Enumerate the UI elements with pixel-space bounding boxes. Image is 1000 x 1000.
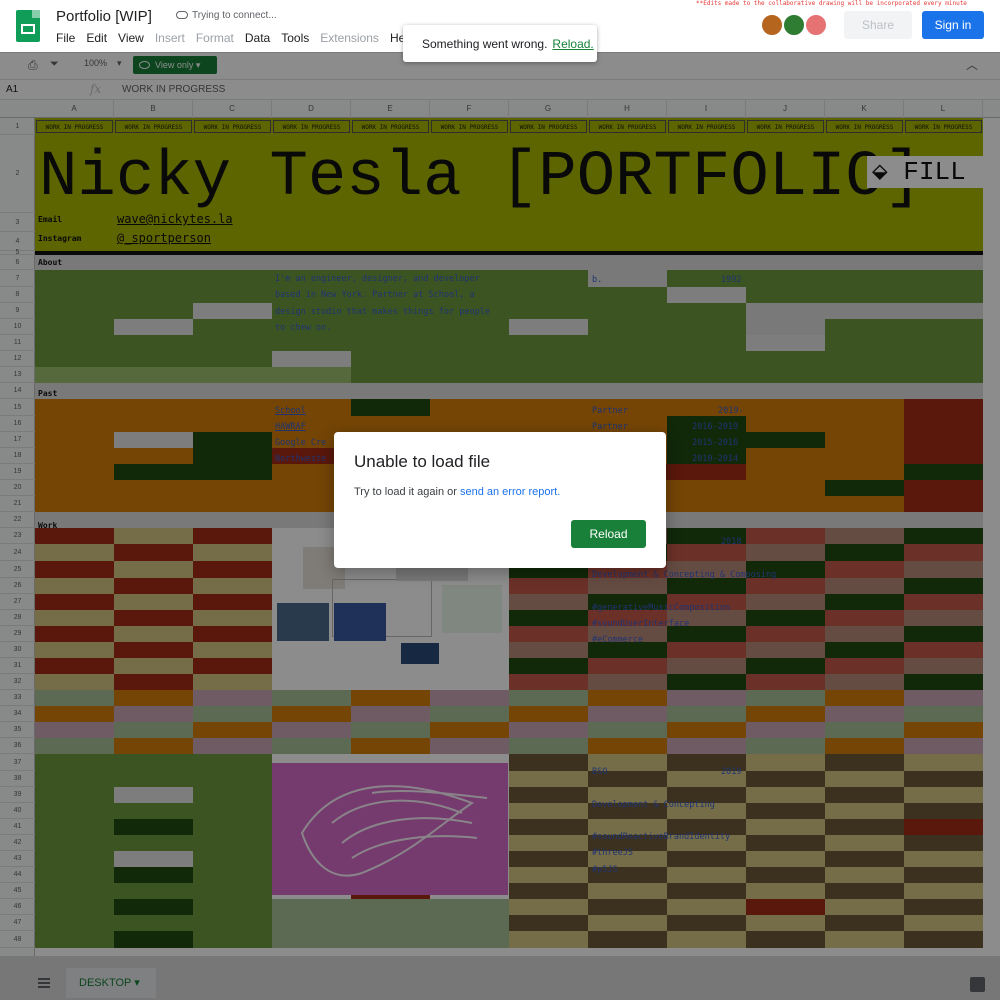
share-button[interactable]: Share	[844, 11, 912, 39]
avatar[interactable]	[760, 13, 784, 37]
menu-bar: File Edit View Insert Format Data Tools Extensi…	[56, 31, 426, 45]
reload-button[interactable]: Reload	[571, 520, 646, 548]
menu-data[interactable]: Data	[245, 31, 270, 45]
menu-extensions[interactable]: Extensions	[320, 31, 379, 45]
avatar[interactable]	[782, 13, 806, 37]
menu-view[interactable]: View	[118, 31, 144, 45]
document-title[interactable]: Portfolio [WIP]	[56, 8, 152, 25]
dialog-title: Unable to load file	[354, 452, 491, 471]
send-error-report-link[interactable]: send an error report.	[460, 486, 560, 498]
sheets-logo-icon[interactable]	[16, 10, 40, 42]
cloud-off-icon	[176, 11, 188, 20]
sign-in-button[interactable]: Sign in	[922, 11, 984, 39]
dialog-body: Try to load it again or send an error re…	[354, 486, 561, 498]
error-dialog: Unable to load file Try to load it again…	[334, 432, 666, 568]
toast-reload-link[interactable]: Reload.	[552, 37, 593, 51]
menu-format[interactable]: Format	[196, 31, 234, 45]
menu-insert[interactable]: Insert	[155, 31, 185, 45]
menu-edit[interactable]: Edit	[86, 31, 107, 45]
edit-warning: **Edits made to the collaborative drawin…	[696, 0, 967, 7]
menu-tools[interactable]: Tools	[281, 31, 309, 45]
sync-status: Trying to connect...	[176, 10, 277, 21]
menu-file[interactable]: File	[56, 31, 75, 45]
avatar[interactable]	[804, 13, 828, 37]
error-toast: Something went wrong. Reload.	[403, 25, 597, 62]
